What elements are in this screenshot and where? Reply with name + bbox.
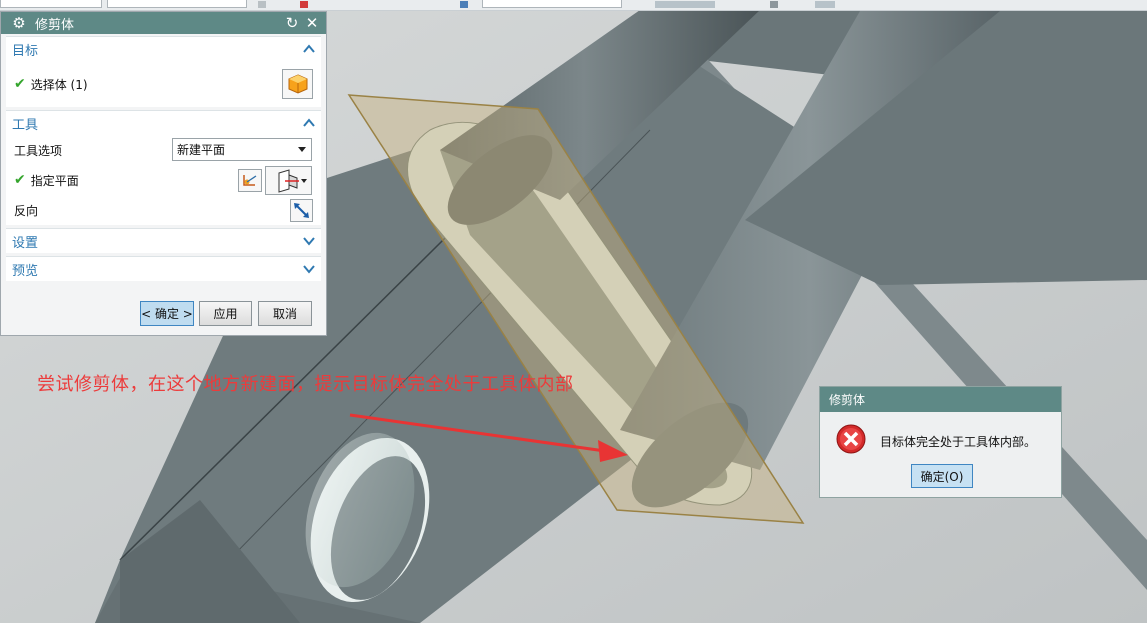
section-tool-title: 工具 <box>12 117 39 133</box>
toolbar-icon-group[interactable] <box>655 1 715 8</box>
plane-inference-button[interactable] <box>238 169 262 192</box>
reverse-direction-button[interactable] <box>290 199 313 222</box>
chevron-up-icon[interactable] <box>303 44 315 54</box>
toolbar-icon[interactable] <box>815 1 835 8</box>
check-icon: ✔ <box>14 76 26 92</box>
plane-icon <box>278 168 299 193</box>
tool-option-select[interactable]: 新建平面 <box>172 138 312 161</box>
section-tool: 工具 工具选项 新建平面 ✔ 指定平面 反向 <box>6 110 321 225</box>
reverse-label: 反向 <box>14 203 39 218</box>
dropdown-arrow-icon[interactable] <box>301 179 307 183</box>
toolbar-icon[interactable] <box>770 1 778 8</box>
cube-icon <box>288 74 307 94</box>
reverse-direction-icon <box>294 203 309 218</box>
section-preview: 预览 <box>6 256 321 281</box>
reverse-row: 反向 <box>6 195 321 225</box>
toolbar-icon[interactable] <box>258 1 266 8</box>
ok-button[interactable]: < 确定 > <box>140 301 194 326</box>
cancel-button[interactable]: 取消 <box>258 301 312 326</box>
gear-icon[interactable]: ⚙ <box>11 14 27 32</box>
section-settings-header[interactable]: 设置 <box>6 229 321 253</box>
panel-button-bar: < 确定 > 应用 取消 <box>1 301 328 327</box>
dropdown-arrow-icon[interactable] <box>298 147 306 152</box>
section-target-header[interactable]: 目标 <box>6 37 321 61</box>
section-tool-header[interactable]: 工具 <box>6 111 321 135</box>
section-preview-title: 预览 <box>12 263 39 279</box>
section-target: 目标 ✔ 选择体 (1) <box>6 36 321 107</box>
trim-body-panel: ⚙ 修剪体 ↻ ✕ 目标 ✔ 选择体 (1) 工具 工具选项 新建平面 ✔ 指定… <box>0 11 327 336</box>
top-toolbar <box>0 0 1147 11</box>
plane-type-button[interactable] <box>265 166 312 195</box>
dialog-ok-button[interactable]: 确定(O) <box>911 464 973 488</box>
error-dialog-title: 修剪体 <box>820 387 1061 412</box>
chevron-up-icon[interactable] <box>303 118 315 128</box>
section-preview-header[interactable]: 预览 <box>6 257 321 281</box>
close-icon[interactable]: ✕ <box>304 14 320 32</box>
panel-title-bar: ⚙ 修剪体 ↻ ✕ <box>1 12 326 34</box>
apply-button[interactable]: 应用 <box>199 301 252 326</box>
specify-plane-label: 指定平面 <box>30 173 79 188</box>
select-body-row[interactable]: ✔ 选择体 (1) <box>6 61 321 107</box>
panel-title: 修剪体 <box>35 17 75 33</box>
tool-option-value: 新建平面 <box>177 143 226 157</box>
annotation-text: 尝试修剪体，在这个地方新建面，提示目标体完全处于工具体内部 <box>37 374 574 395</box>
section-settings-title: 设置 <box>12 235 39 251</box>
toolbar-field-left[interactable] <box>0 0 102 8</box>
toolbar-field-filter[interactable] <box>107 0 247 8</box>
chevron-down-icon[interactable] <box>303 236 315 246</box>
error-message: 目标体完全处于工具体内部。 <box>880 435 1037 449</box>
select-body-label: 选择体 (1) <box>30 77 88 92</box>
toolbar-icon[interactable] <box>300 1 308 8</box>
tool-option-label: 工具选项 <box>14 143 63 158</box>
chevron-down-icon[interactable] <box>303 264 315 274</box>
toolbar-field-selection[interactable] <box>482 0 622 8</box>
specify-plane-row[interactable]: ✔ 指定平面 <box>6 165 321 195</box>
reset-icon[interactable]: ↻ <box>284 14 300 32</box>
plane-dialog-icon <box>243 174 257 186</box>
error-dialog: 修剪体 目标体完全处于工具体内部。 确定(O) <box>819 386 1062 498</box>
toolbar-icon[interactable] <box>460 1 468 8</box>
error-icon <box>836 424 866 454</box>
tool-option-row: 工具选项 新建平面 <box>6 135 321 165</box>
select-body-button[interactable] <box>282 69 313 99</box>
check-icon: ✔ <box>14 172 26 188</box>
section-target-title: 目标 <box>12 43 39 59</box>
section-settings: 设置 <box>6 228 321 253</box>
